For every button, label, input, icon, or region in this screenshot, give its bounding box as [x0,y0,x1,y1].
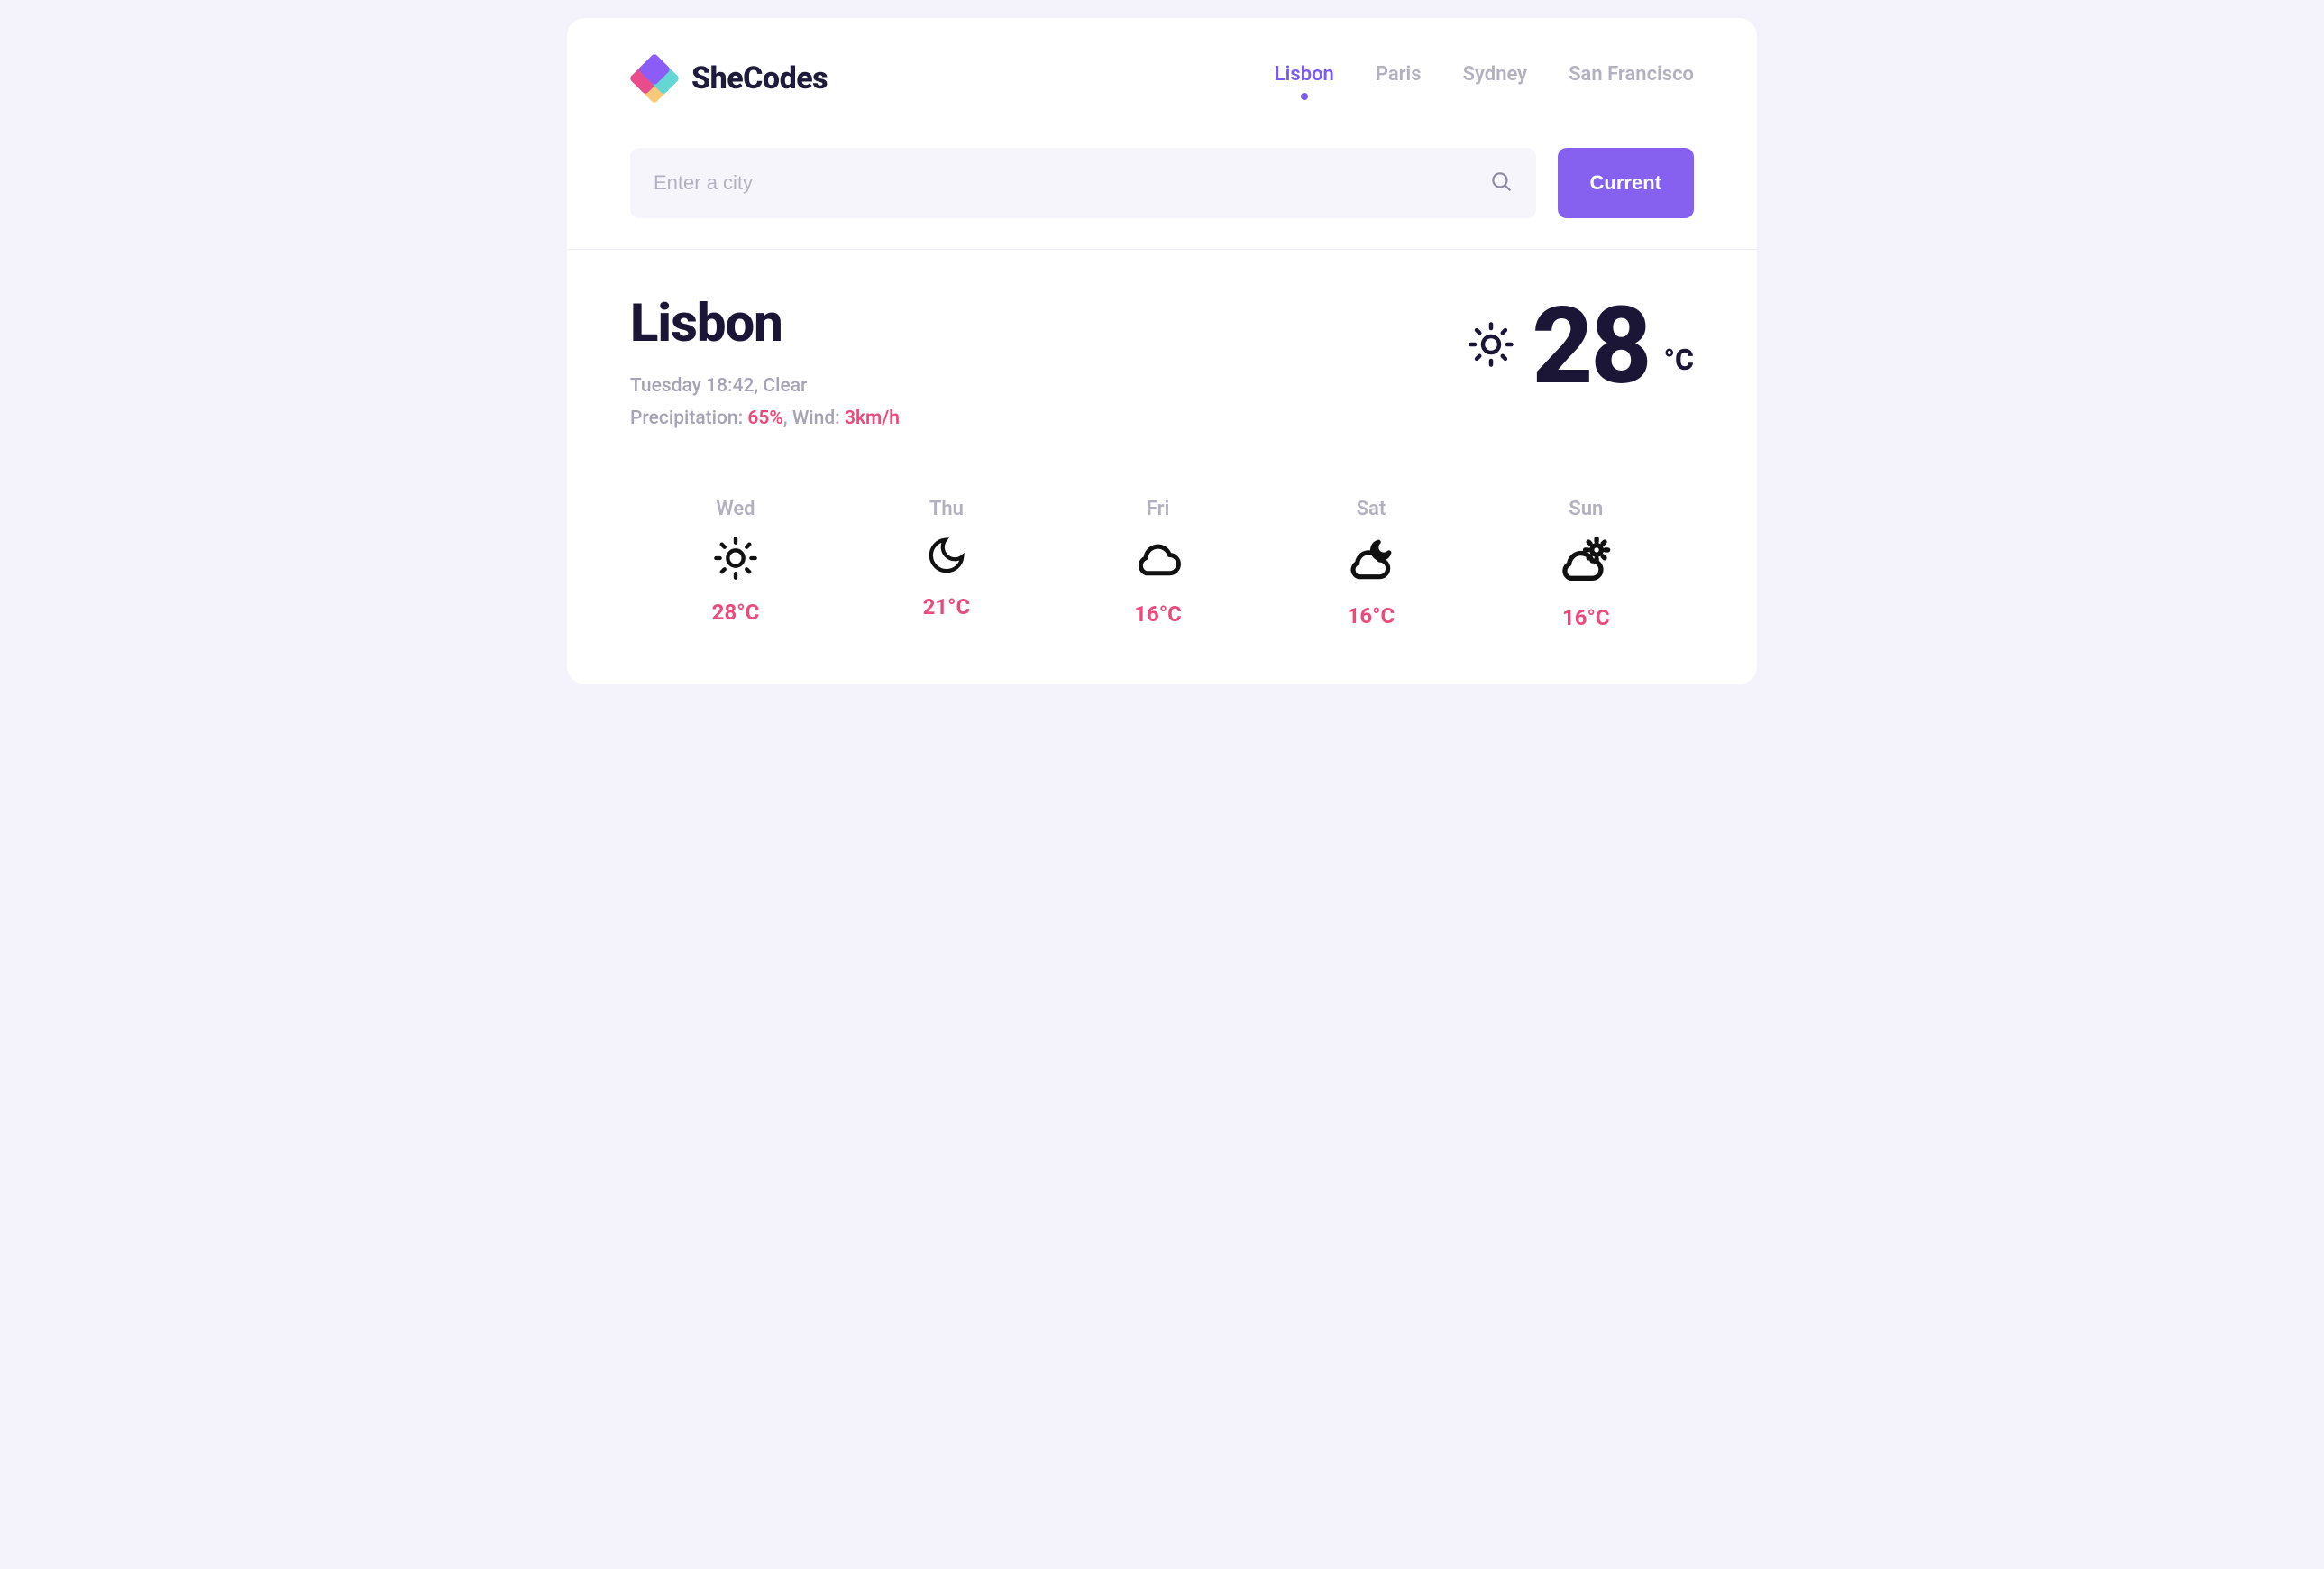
cloud-icon [1134,535,1183,587]
city-name: Lisbon [630,293,900,354]
forecast-day-label: Thu [929,498,964,520]
wind-label: Wind: [792,408,840,429]
forecast-day-label: Wed [716,498,755,520]
precip-wind: Precipitation: 65%, Wind: 3km/h [630,403,900,436]
city-search-input[interactable] [654,171,1489,195]
temperature-value: 28 [1532,293,1649,399]
search-icon[interactable] [1489,170,1513,197]
cloud-sun-icon [1560,535,1612,591]
current-location-button[interactable]: Current [1558,148,1694,218]
shecodes-logo-icon [630,54,679,103]
forecast-day: Thu 21°C [923,498,971,630]
search-field-wrap [630,148,1536,218]
nav-item-san-francisco[interactable]: San Francisco [1569,63,1694,95]
divider [567,249,1757,250]
current-weather: Lisbon Tuesday 18:42, Clear Precipitatio… [630,293,1694,435]
city-nav: Lisbon Paris Sydney San Francisco [1275,63,1694,95]
forecast-temp: 16°C [1134,601,1182,627]
search-row: Current [630,148,1694,218]
datetime-condition: Tuesday 18:42, Clear [630,371,900,403]
nav-item-lisbon[interactable]: Lisbon [1275,63,1334,95]
moon-icon [926,535,967,580]
cloud-moon-icon [1346,535,1396,589]
forecast-temp: 21°C [923,594,971,619]
forecast-temp: 28°C [712,600,760,625]
forecast-day-label: Sun [1569,498,1603,520]
sun-icon [712,535,759,585]
precipitation-value: 65% [747,408,783,429]
forecast-day-label: Fri [1147,498,1169,520]
forecast-day: Sat 16°C [1346,498,1396,630]
wind-value: 3km/h [845,408,900,429]
current-datetime: Tuesday 18:42 [630,375,754,397]
temperature-block: 28 °C [1467,293,1694,399]
sun-icon [1467,320,1515,372]
forecast-day: Fri 16°C [1134,498,1183,630]
weather-app: SheCodes Lisbon Paris Sydney San Francis… [567,18,1757,684]
forecast-row: Wed 28°C Thu 21°C Fri [630,498,1694,630]
forecast-day-label: Sat [1357,498,1386,520]
current-condition: Clear [763,375,807,397]
forecast-temp: 16°C [1562,605,1610,630]
nav-item-paris[interactable]: Paris [1376,63,1422,95]
nav-item-sydney[interactable]: Sydney [1463,63,1528,95]
forecast-day: Wed 28°C [712,498,760,630]
forecast-day: Sun 16°C [1560,498,1612,630]
temperature-unit: °C [1663,343,1694,377]
header: SheCodes Lisbon Paris Sydney San Francis… [630,54,1694,103]
brand: SheCodes [630,54,828,103]
forecast-temp: 16°C [1348,603,1395,629]
brand-name: SheCodes [691,60,828,96]
precipitation-label: Precipitation: [630,408,743,429]
current-info: Lisbon Tuesday 18:42, Clear Precipitatio… [630,293,900,435]
